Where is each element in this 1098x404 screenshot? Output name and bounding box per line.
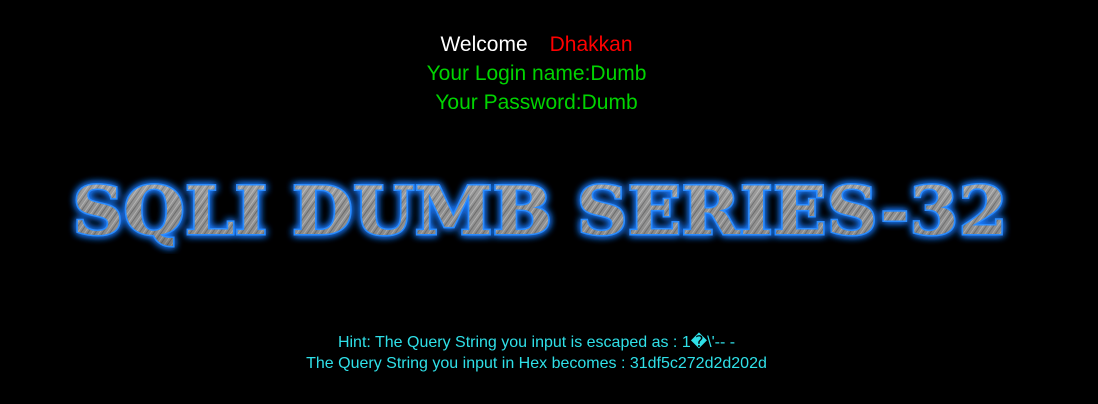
hex-query-hint: The Query String you input in Hex become… — [306, 355, 767, 372]
series-title-shading: SQLI DUMB SERIES-32 — [73, 172, 1008, 250]
login-name-line: Your Login name:Dumb — [426, 62, 647, 85]
banner-graphic: SQLI DUMB SERIES-32 SQLI DUMB SERIES-32 — [71, 171, 1009, 252]
welcome-user-name: Dhakkan — [549, 33, 633, 56]
welcome-block: Welcome Dhakkan Your Login name:Dumb Your… — [0, 30, 1073, 117]
escaped-query-hint: Hint: The Query String you input is esca… — [337, 334, 736, 351]
password-line: Your Password:Dumb — [435, 91, 638, 114]
hint-block: Hint: The Query String you input is esca… — [0, 332, 1073, 374]
welcome-greeting: Welcome — [440, 33, 528, 56]
series-title-banner: SQLI DUMB SERIES-32 SQLI DUMB SERIES-32 — [55, 170, 1025, 254]
welcome-line: Welcome Dhakkan — [0, 30, 1073, 59]
